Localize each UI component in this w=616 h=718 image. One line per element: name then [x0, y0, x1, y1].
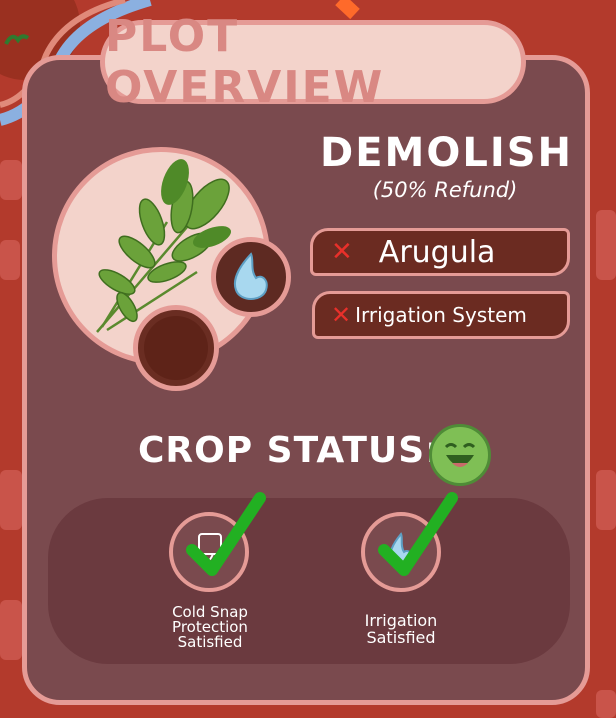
leaf-icon — [4, 34, 30, 45]
panel-title: PLOT OVERVIEW — [105, 11, 385, 113]
status-label-line: Irrigation — [364, 611, 438, 630]
status-label-irrigation: Irrigation Satisfied — [331, 612, 471, 646]
demolish-item-irrigation-system[interactable]: ✕ Irrigation System — [312, 291, 570, 339]
soil-icon — [144, 316, 208, 380]
demolish-item-label: Arugula — [378, 234, 496, 270]
checkmark-icon — [186, 492, 266, 576]
checkmark-icon — [378, 492, 458, 576]
close-icon: ✕ — [331, 301, 352, 329]
close-icon: ✕ — [331, 237, 353, 267]
soil-badge — [133, 305, 219, 391]
demolish-title: DEMOLISH — [320, 130, 573, 176]
status-label-cold-snap: Cold Snap Protection Satisfied — [140, 605, 280, 650]
status-tray — [48, 498, 570, 664]
plot-overview-title-tab: PLOT OVERVIEW — [100, 11, 526, 113]
crop-status-title: CROP STATUS: — [138, 430, 441, 471]
demolish-item-label: Irrigation System — [355, 303, 527, 327]
water-badge — [211, 237, 291, 317]
water-drop-icon — [233, 252, 268, 300]
demolish-item-arugula[interactable]: ✕ Arugula — [310, 228, 570, 276]
status-label-line: Satisfied — [366, 628, 436, 647]
status-label-line: Satisfied — [177, 633, 243, 651]
happy-face-icon — [429, 424, 491, 486]
refund-text: (50% Refund) — [372, 178, 518, 202]
